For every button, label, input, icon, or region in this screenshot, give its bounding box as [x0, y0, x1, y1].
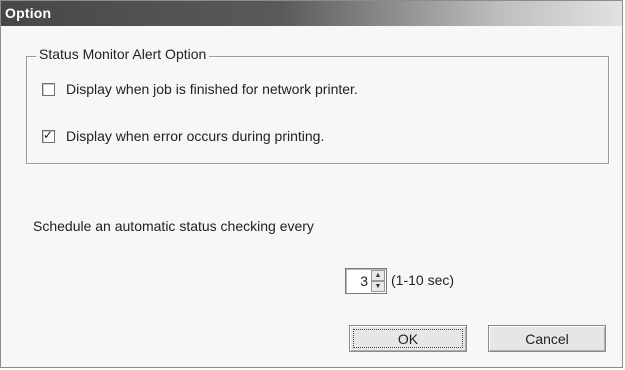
cancel-label: Cancel — [525, 330, 569, 347]
focus-rect — [353, 329, 463, 348]
group-legend: Status Monitor Alert Option — [36, 46, 210, 62]
interval-value[interactable]: 3 — [360, 273, 368, 289]
option-job-finished[interactable]: Display when job is finished for network… — [42, 81, 358, 97]
alert-option-groupbox — [26, 56, 609, 164]
job-finished-checkbox[interactable] — [42, 82, 55, 96]
check-icon: ✓ — [43, 127, 54, 142]
job-finished-label: Display when job is finished for network… — [66, 81, 358, 97]
window-title: Option — [5, 5, 52, 21]
spin-up-icon[interactable]: ▲ — [371, 270, 385, 281]
cancel-button[interactable]: Cancel — [488, 325, 606, 352]
range-label: (1-10 sec) — [391, 272, 455, 288]
schedule-label: Schedule an automatic status checking ev… — [33, 218, 314, 234]
interval-spinbox[interactable]: 3 ▲ ▼ — [345, 268, 387, 294]
option-dialog: Option Status Monitor Alert Option Displ… — [0, 0, 623, 368]
option-error-occurs[interactable]: ✓ Display when error occurs during print… — [42, 128, 324, 144]
spin-buttons: ▲ ▼ — [371, 270, 385, 292]
spin-down-icon[interactable]: ▼ — [371, 281, 385, 292]
title-bar[interactable]: Option — [1, 1, 622, 26]
error-occurs-label: Display when error occurs during printin… — [66, 128, 325, 144]
ok-button[interactable]: OK — [349, 325, 467, 352]
error-occurs-checkbox[interactable]: ✓ — [42, 127, 55, 143]
